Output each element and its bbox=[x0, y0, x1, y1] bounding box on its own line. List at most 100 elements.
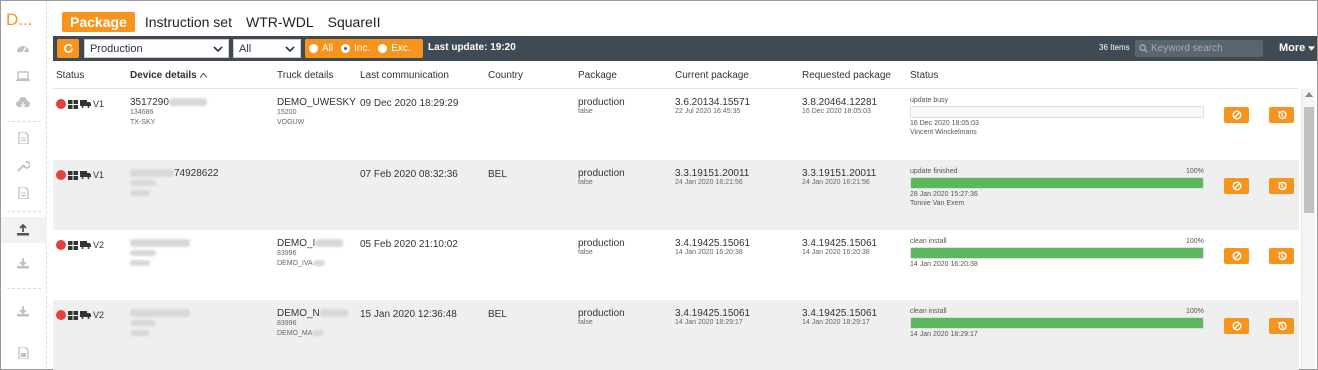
redacted-text bbox=[130, 239, 190, 248]
redacted-text bbox=[312, 260, 325, 267]
download-icon[interactable] bbox=[15, 256, 31, 270]
table-row[interactable]: V2 DEMO_N 83996 DEMO_MA 15 Jan 2020 12:3… bbox=[53, 300, 1299, 370]
device-details-cell: 74928622 bbox=[130, 169, 219, 199]
scrollbar-thumb[interactable] bbox=[1304, 107, 1314, 213]
header-requested-package[interactable]: Requested package bbox=[802, 70, 891, 81]
tab-wtr-wdl[interactable]: WTR-WDL bbox=[246, 14, 314, 30]
truck-details-cell: DEMO_I 83996 DEMO_IVA bbox=[277, 239, 344, 269]
table-row[interactable]: V2 DEMO_I 83996 DEMO_IVA 05 Feb 2020 21:… bbox=[53, 230, 1299, 300]
chevron-down-icon bbox=[213, 46, 223, 53]
truck-sub1: 83996 bbox=[277, 320, 297, 327]
environment-select[interactable]: Production bbox=[84, 39, 229, 58]
filter-select[interactable]: All bbox=[233, 39, 301, 58]
cancel-update-button[interactable] bbox=[1224, 318, 1249, 334]
header-current-package[interactable]: Current package bbox=[675, 70, 749, 81]
last-communication: 07 Feb 2020 08:32:36 bbox=[360, 169, 458, 180]
history-button[interactable] bbox=[1269, 248, 1294, 264]
truck-icon bbox=[80, 171, 91, 179]
truck-sub1: 15200 bbox=[277, 109, 297, 116]
file-icon[interactable] bbox=[15, 346, 31, 360]
truck-sub2: VOGUW bbox=[277, 118, 356, 128]
current-package-version: 3.6.20134.15571 bbox=[675, 97, 751, 108]
radio-all-dot[interactable] bbox=[309, 44, 318, 53]
tab-instruction-set[interactable]: Instruction set bbox=[145, 14, 232, 30]
truck-icon bbox=[80, 311, 91, 319]
current-package-version: 3.4.19425.15061 bbox=[675, 308, 751, 319]
progress-bar-fill bbox=[911, 318, 1203, 328]
filter-select-value: All bbox=[239, 42, 252, 55]
radio-exc[interactable]: Exc. bbox=[378, 43, 411, 54]
radio-inc-dot[interactable] bbox=[341, 44, 351, 53]
more-menu-button[interactable]: More bbox=[1279, 42, 1316, 54]
header-last-communication[interactable]: Last communication bbox=[360, 70, 449, 81]
current-package-cell: 3.4.19425.15061 14 Jan 2020 16:20:38 bbox=[675, 239, 750, 257]
wrench-icon[interactable] bbox=[15, 159, 31, 173]
history-button[interactable] bbox=[1269, 318, 1294, 334]
items-count: 36 Items bbox=[1099, 43, 1130, 52]
radio-all[interactable]: All bbox=[309, 43, 333, 54]
header-truck-details[interactable]: Truck details bbox=[277, 70, 333, 81]
offline-status-dot bbox=[56, 170, 66, 180]
vertical-scrollbar[interactable] bbox=[1301, 89, 1315, 369]
cancel-icon bbox=[1232, 321, 1241, 331]
laptop-icon[interactable] bbox=[15, 69, 31, 83]
radio-inc-label: Inc. bbox=[354, 43, 371, 54]
device-id: 74928622 bbox=[130, 169, 219, 179]
history-button[interactable] bbox=[1269, 178, 1294, 194]
keyword-search[interactable] bbox=[1135, 40, 1263, 57]
app-logo[interactable]: D... bbox=[6, 10, 32, 30]
header-update-status[interactable]: Status bbox=[910, 70, 938, 81]
truck-sub2: DEMO_MA bbox=[277, 329, 348, 339]
table-row[interactable]: V1 3517290 134686 TX-SKY DEMO_UWESKY 152… bbox=[53, 89, 1299, 159]
header-device-details[interactable]: Device details bbox=[130, 70, 207, 81]
status-timestamp: 14 Jan 2020 16:20:38 bbox=[910, 261, 978, 268]
progress-bar bbox=[910, 177, 1204, 189]
package-name: production bbox=[578, 308, 625, 319]
cancel-update-button[interactable] bbox=[1224, 178, 1249, 194]
refresh-button[interactable] bbox=[57, 39, 79, 58]
radio-exc-dot[interactable] bbox=[378, 44, 388, 53]
cancel-update-button[interactable] bbox=[1224, 107, 1249, 123]
table-row[interactable]: V1 74928622 07 Feb 2020 08:32:36 BEL pro… bbox=[53, 160, 1299, 230]
cloud-download-icon[interactable] bbox=[15, 96, 31, 110]
document-icon[interactable] bbox=[15, 186, 31, 200]
device-sub2 bbox=[130, 259, 190, 269]
top-tabs: Package Instruction set WTR-WDL SquareII bbox=[62, 12, 395, 32]
redacted-text bbox=[130, 320, 156, 327]
last-update-text: Last update: 19:20 bbox=[428, 42, 516, 53]
cancel-icon bbox=[1232, 251, 1241, 261]
history-icon bbox=[1277, 321, 1287, 331]
document-icon[interactable] bbox=[15, 131, 31, 145]
history-button[interactable] bbox=[1269, 107, 1294, 123]
device-details-cell bbox=[130, 309, 190, 339]
header-country[interactable]: Country bbox=[488, 70, 523, 81]
tab-package[interactable]: Package bbox=[62, 12, 135, 32]
radio-inc[interactable]: Inc. bbox=[341, 43, 370, 54]
redacted-text bbox=[319, 309, 348, 318]
current-package-cell: 3.3.19151.20011 24 Jan 2020 16:21:56 bbox=[675, 169, 749, 187]
cancel-update-button[interactable] bbox=[1224, 248, 1249, 264]
upload-icon[interactable] bbox=[15, 223, 31, 237]
country: BEL bbox=[488, 169, 507, 180]
history-icon bbox=[1277, 181, 1287, 191]
requested-package-version: 3.3.19151.20011 bbox=[802, 168, 877, 179]
header-package[interactable]: Package bbox=[578, 70, 617, 81]
dashboard-icon[interactable] bbox=[15, 41, 31, 55]
tab-squareii[interactable]: SquareII bbox=[328, 14, 381, 30]
update-status-label: clean install bbox=[910, 308, 947, 315]
download-icon[interactable] bbox=[15, 304, 31, 318]
last-communication: 15 Jan 2020 12:36:48 bbox=[360, 309, 457, 320]
progress-bar bbox=[910, 247, 1204, 259]
last-communication: 05 Feb 2020 21:10:02 bbox=[360, 239, 458, 250]
progress-bar-fill bbox=[911, 178, 1203, 188]
update-status-label: clean install bbox=[910, 238, 947, 245]
progress-bar bbox=[910, 106, 1204, 118]
redacted-text bbox=[312, 330, 325, 337]
search-icon bbox=[1139, 44, 1148, 53]
keyword-search-input[interactable] bbox=[1151, 43, 1259, 54]
scroll-up-arrow[interactable] bbox=[1305, 92, 1313, 97]
header-status[interactable]: Status bbox=[56, 70, 84, 81]
redacted-text bbox=[130, 180, 156, 187]
redacted-text bbox=[168, 98, 207, 107]
device-sub1 bbox=[130, 319, 190, 329]
